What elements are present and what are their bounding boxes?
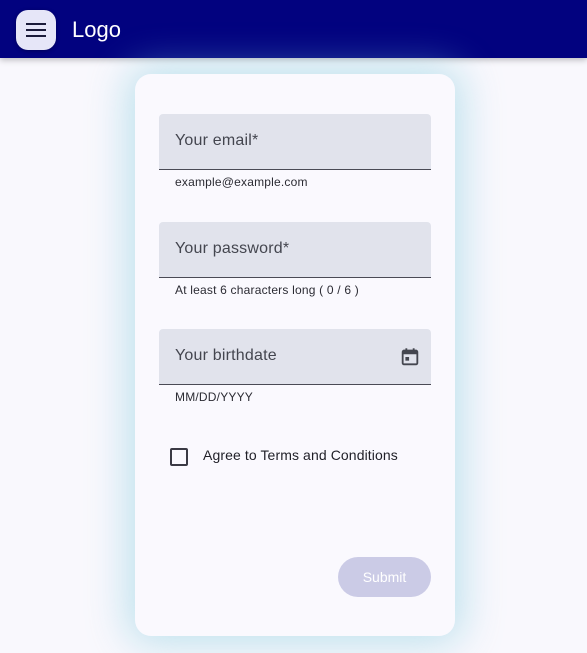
email-field-label: Your email*	[175, 132, 259, 149]
birthdate-field-label: Your birthdate	[175, 347, 277, 364]
signup-form-card: Your email* example@example.com Your pas…	[135, 74, 455, 636]
terms-checkbox-label[interactable]: Agree to Terms and Conditions	[203, 447, 398, 463]
birthdate-field[interactable]: Your birthdate	[159, 329, 431, 385]
password-field[interactable]: Your password*	[159, 222, 431, 278]
password-helper-text: At least 6 characters long ( 0 / 6 )	[175, 283, 359, 297]
password-field-label: Your password*	[175, 240, 290, 257]
menu-icon	[26, 23, 46, 37]
terms-checkbox[interactable]	[170, 448, 188, 466]
menu-button[interactable]	[16, 10, 56, 50]
logo-text[interactable]: Logo	[72, 16, 121, 44]
email-helper-text: example@example.com	[175, 175, 308, 189]
birthdate-helper-text: MM/DD/YYYY	[175, 390, 254, 404]
submit-button[interactable]: Submit	[338, 557, 431, 597]
app-bar: Logo	[0, 0, 587, 58]
calendar-icon[interactable]	[399, 346, 421, 368]
email-field[interactable]: Your email*	[159, 114, 431, 170]
